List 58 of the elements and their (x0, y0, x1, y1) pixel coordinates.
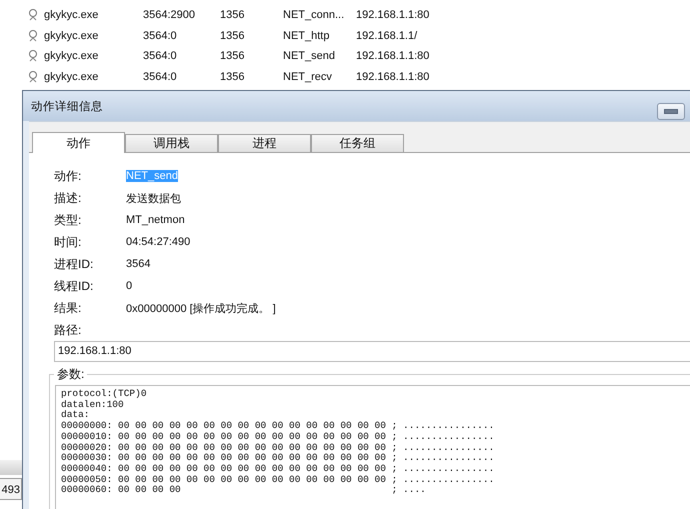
action-name: NET_send (283, 50, 335, 62)
path-text: 192.168.1.1:80 (356, 9, 430, 22)
path-text: 192.168.1.1/ (356, 30, 418, 42)
table-cell: 1356 (220, 70, 244, 83)
field-label: 线程ID: (54, 278, 94, 294)
pid-tid: 3564:2900 (143, 9, 195, 22)
params-line: protocol:(TCP)0 (61, 388, 147, 399)
field-value: 0 (126, 280, 132, 292)
path-text: 192.168.1.1:80 (356, 70, 430, 83)
table-cell: 1356 (220, 9, 244, 22)
tab[interactable]: 任务组 (311, 134, 404, 152)
params-line: 00000020: 00 00 00 00 00 00 00 00 00 00 00 00 00 00 00 00 ; ................ (61, 442, 494, 453)
window-title: 动作详细信息 (31, 99, 103, 114)
process-icon (27, 70, 39, 84)
field-label: 时间: (54, 234, 82, 250)
params-line: data: (61, 409, 90, 420)
pid-tid: 3564:0 (143, 50, 177, 62)
process-icon (27, 28, 39, 43)
field-label: 进程ID: (54, 256, 94, 272)
tab[interactable]: 进程 (218, 134, 311, 152)
field-value: 0x00000000 [操作成功完成。 ] (126, 302, 276, 316)
field-value: 3564 (126, 258, 150, 270)
params-line: 00000050: 00 00 00 00 00 00 00 00 00 00 00 00 00 00 00 00 ; ................ (61, 474, 494, 485)
path-field[interactable]: 192.168.1.1:80 (54, 341, 690, 362)
params-line: 00000000: 00 00 00 00 00 00 00 00 00 00 00 00 00 00 00 00 ; ................ (61, 420, 494, 432)
table-cell: 1356 (220, 30, 244, 42)
process-name: gkykyc.exe (44, 70, 98, 83)
panel-bar (0, 460, 22, 475)
table-cell: 1356 (220, 50, 244, 62)
params-line: 00000030: 00 00 00 00 00 00 00 00 00 00 00 00 00 00 00 00 ; ................ (61, 452, 494, 464)
process-icon (27, 49, 39, 64)
field-value: 发送数据包 (126, 192, 181, 206)
field-value: MT_netmon (126, 214, 185, 226)
tab[interactable]: 动作 (32, 132, 125, 153)
action-name: NET_conn... (283, 9, 344, 22)
field-value: 04:54:27:490 (126, 236, 190, 248)
status-cell: 493 (0, 478, 22, 500)
field-label: 动作: (54, 168, 82, 184)
path-label: 路径: (54, 322, 82, 339)
field-label: 类型: (54, 212, 82, 228)
minimize-button[interactable] (657, 103, 685, 120)
process-name: gkykyc.exe (44, 50, 98, 62)
params-line: 00000040: 00 00 00 00 00 00 00 00 00 00 00 00 00 00 00 00 ; ................ (61, 462, 494, 474)
path-text: 192.168.1.1:80 (356, 50, 430, 62)
process-name: gkykyc.exe (44, 30, 98, 42)
process-icon (27, 8, 39, 22)
tab[interactable]: 调用栈 (125, 134, 218, 152)
params-line: 00000060: 00 00 00 00 ; .... (61, 484, 426, 496)
params-line: 00000010: 00 00 00 00 00 00 00 00 00 00 00 00 00 00 00 00 ; ................ (61, 430, 494, 442)
field-label: 结果: (54, 300, 82, 316)
params-line: datalen:100 (61, 398, 124, 410)
pid-tid: 3564:0 (143, 30, 177, 42)
action-name: NET_recv (283, 70, 332, 83)
field-label: 描述: (54, 190, 82, 206)
action-name: NET_http (283, 30, 330, 42)
pid-tid: 3564:0 (143, 70, 177, 83)
process-name: gkykyc.exe (44, 9, 98, 22)
params-label: 参数: (54, 366, 88, 383)
